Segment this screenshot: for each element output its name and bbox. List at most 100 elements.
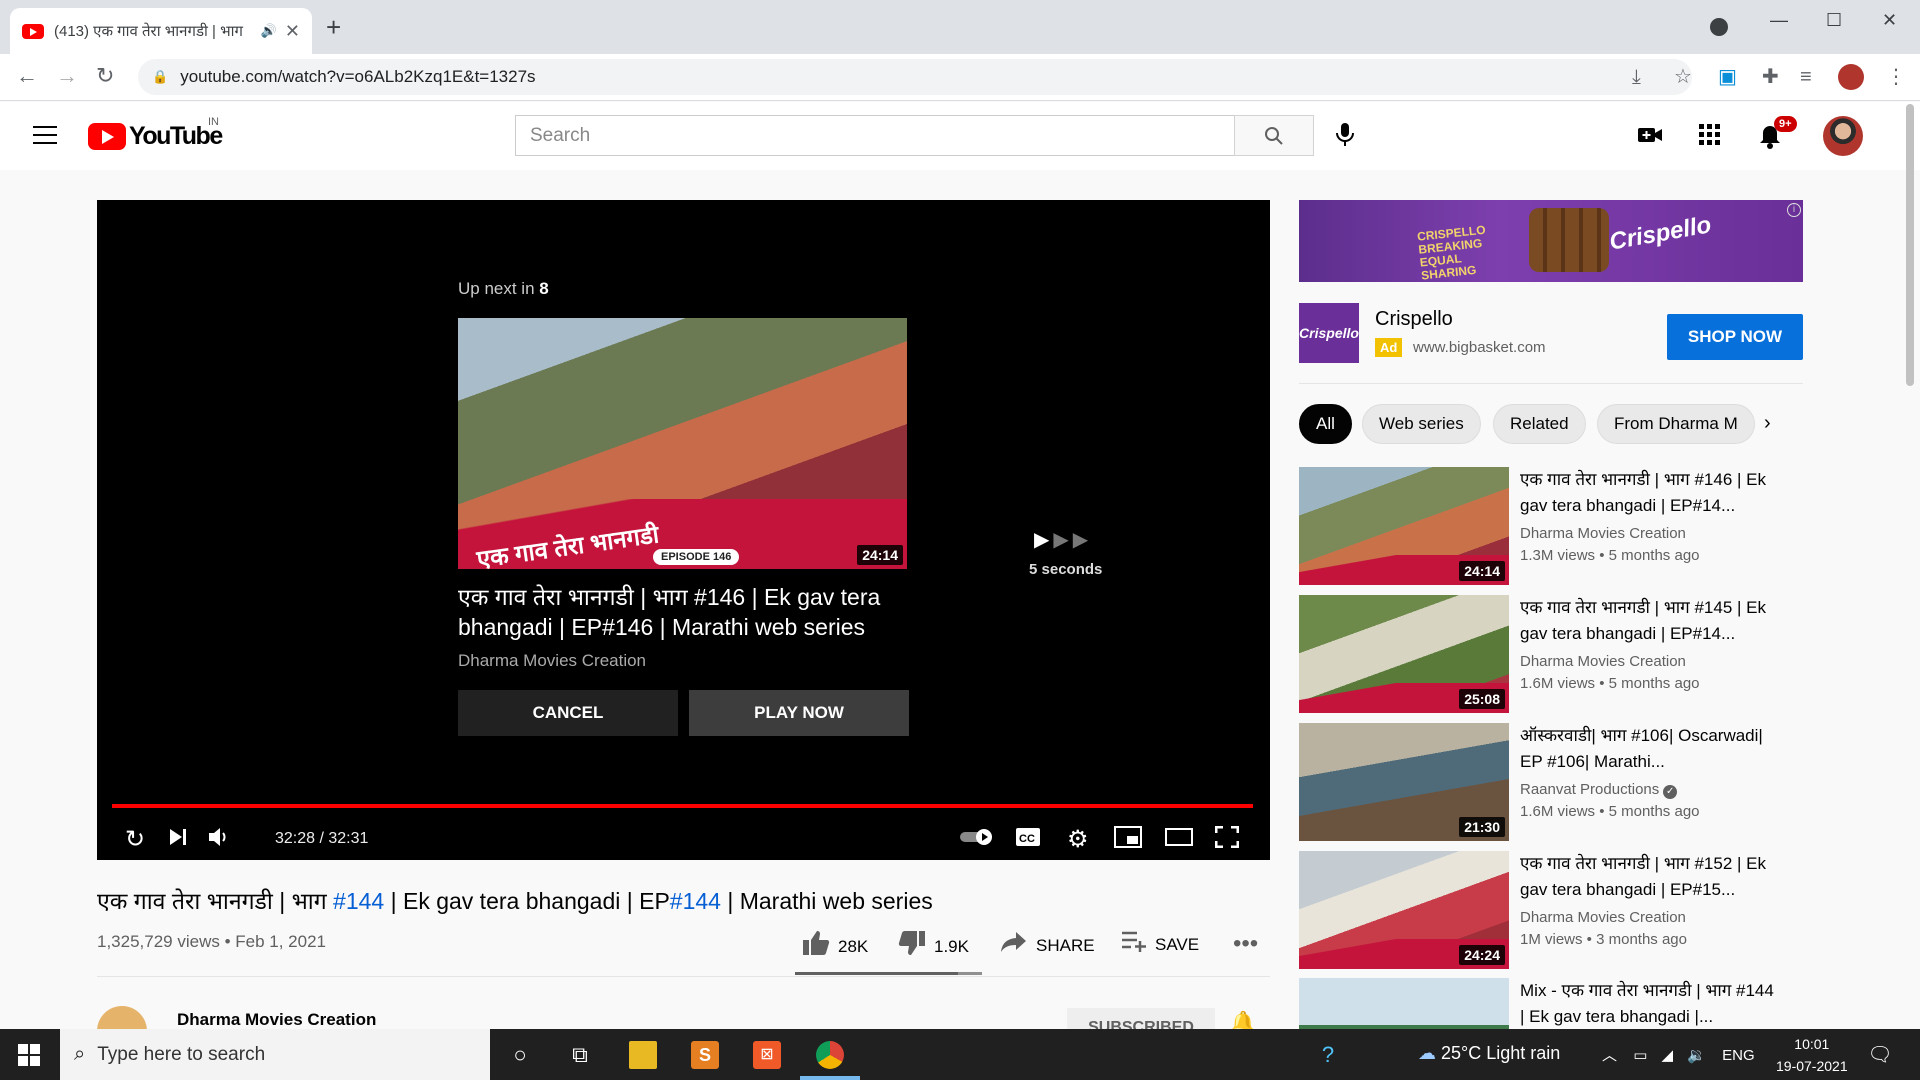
video-player[interactable]: Up next in 8 एक गाव तेरा भानगडी EPISODE …	[97, 200, 1270, 860]
install-app-icon[interactable]: ⤓	[1632, 66, 1641, 88]
theater-mode-icon[interactable]	[1165, 826, 1193, 855]
channel-name[interactable]: Dharma Movies Creation	[177, 1010, 376, 1030]
chip-web-series[interactable]: Web series	[1362, 404, 1481, 444]
task-view-icon[interactable]: ⧉	[566, 1041, 594, 1069]
profile-avatar[interactable]	[1838, 64, 1864, 90]
sublime-text-icon[interactable]: S	[691, 1041, 719, 1069]
notification-bell-icon[interactable]: 🔔	[1229, 1010, 1256, 1030]
xampp-icon[interactable]: ⊠	[753, 1041, 781, 1069]
address-bar[interactable]: 🔒 youtube.com/watch?v=o6ALb2Kzq1E&t=1327…	[138, 59, 1692, 95]
replay-icon[interactable]: ↻	[125, 826, 145, 854]
subscribed-button[interactable]: SUBSCRIBED	[1067, 1008, 1215, 1030]
ad-url[interactable]: www.bigbasket.com	[1413, 339, 1546, 356]
ad-banner-image[interactable]: CRISPELLO BREAKING EQUAL SHARING Crispel…	[1299, 200, 1803, 282]
page-scrollbar[interactable]	[1906, 104, 1914, 386]
lock-icon[interactable]: 🔒	[152, 69, 168, 85]
up-next-thumbnail[interactable]: एक गाव तेरा भानगडी EPISODE 146 24:14	[458, 318, 907, 569]
weather-widget[interactable]: ☁ 25°C Light rain	[1418, 1043, 1560, 1064]
hamburger-menu-icon[interactable]	[33, 126, 57, 150]
taskbar-search-box[interactable]: ⌕ Type here to search	[60, 1029, 490, 1080]
advertiser-name[interactable]: Crispello	[1375, 308, 1453, 331]
up-next-title[interactable]: एक गाव तेरा भानगडी | भाग #146 | Ek gav t…	[458, 582, 907, 642]
search-button[interactable]	[1234, 115, 1314, 156]
chevron-up-icon[interactable]: ︿	[1602, 1047, 1617, 1064]
autoplay-toggle[interactable]	[959, 826, 995, 854]
fullscreen-icon[interactable]	[1214, 825, 1240, 855]
share-button[interactable]: SHARE	[1000, 930, 1095, 961]
recommendation-item[interactable]: 24:14 एक गाव तेरा भानगडी | भाग #146 | Ek…	[1299, 467, 1803, 585]
channel-avatar[interactable]	[97, 1006, 147, 1030]
close-tab-icon[interactable]: ✕	[285, 21, 300, 42]
reload-icon[interactable]: ↻	[96, 64, 114, 88]
create-video-icon[interactable]	[1637, 124, 1663, 151]
minimize-window-icon[interactable]: —	[1770, 8, 1788, 32]
wifi-icon[interactable]: ◢	[1662, 1047, 1674, 1064]
notification-center-icon[interactable]: 🗨	[1866, 1041, 1894, 1069]
channel-name[interactable]: Raanvat Productions ✓	[1520, 781, 1678, 799]
chip-related[interactable]: Related	[1493, 404, 1586, 444]
chip-all[interactable]: All	[1299, 404, 1352, 444]
shop-now-button[interactable]: SHOP NOW	[1667, 314, 1803, 360]
video-title[interactable]: एक गाव तेरा भानगडी | भाग #152 | Ek gav t…	[1520, 851, 1780, 903]
video-thumbnail[interactable]: 24:14	[1299, 467, 1509, 585]
recommendation-item[interactable]: Mix - एक गाव तेरा भानगडी | भाग #144 | Ek…	[1299, 978, 1803, 1029]
volume-icon[interactable]	[207, 826, 231, 855]
hashtag-link[interactable]: #144	[333, 888, 384, 914]
video-thumbnail[interactable]: 25:08	[1299, 595, 1509, 713]
recommendation-item[interactable]: 24:24 एक गाव तेरा भानगडी | भाग #152 | Ek…	[1299, 851, 1803, 969]
save-button[interactable]: SAVE	[1121, 930, 1199, 959]
youtube-logo[interactable]: YouTube IN	[88, 116, 223, 151]
ad-info-icon[interactable]: i	[1787, 203, 1801, 217]
new-tab-button[interactable]: +	[326, 14, 341, 40]
like-button[interactable]: 28K	[802, 930, 868, 963]
settings-gear-icon[interactable]: ⚙	[1067, 826, 1089, 854]
browser-menu-icon[interactable]: ⋮	[1886, 66, 1906, 88]
channel-name[interactable]: Dharma Movies Creation	[1520, 525, 1686, 542]
forward-icon[interactable]: →	[56, 64, 78, 88]
language-indicator[interactable]: ENG	[1722, 1047, 1755, 1064]
help-icon[interactable]: ?	[1314, 1041, 1342, 1069]
channel-name[interactable]: Dharma Movies Creation	[1520, 653, 1686, 670]
video-thumbnail[interactable]: 21:30	[1299, 723, 1509, 841]
video-title[interactable]: Mix - एक गाव तेरा भानगडी | भाग #144 | Ek…	[1520, 978, 1780, 1029]
recommendation-item[interactable]: 21:30 ऑस्करवाडी| भाग #106| Oscarwadi| EP…	[1299, 723, 1803, 841]
battery-icon[interactable]: ▭	[1633, 1047, 1647, 1064]
bookmark-star-icon[interactable]: ☆	[1674, 66, 1692, 88]
taskbar-clock[interactable]: 10:01 19-07-2021	[1776, 1033, 1848, 1077]
recommendation-item[interactable]: 25:08 एक गाव तेरा भानगडी | भाग #145 | Ek…	[1299, 595, 1803, 713]
cancel-autoplay-button[interactable]: CANCEL	[458, 690, 678, 736]
chevron-right-icon[interactable]: ›	[1764, 412, 1771, 435]
media-control-icon[interactable]: ≡	[1800, 66, 1812, 88]
video-thumbnail[interactable]	[1299, 978, 1509, 1029]
tab-audio-icon[interactable]: 🔊	[261, 23, 277, 39]
video-title[interactable]: एक गाव तेरा भानगडी | भाग #146 | Ek gav t…	[1520, 467, 1780, 519]
video-thumbnail[interactable]: 24:24	[1299, 851, 1509, 969]
subtitles-icon[interactable]: CC	[1015, 826, 1041, 855]
search-input[interactable]: Search	[515, 115, 1236, 156]
play-now-button[interactable]: PLAY NOW	[689, 690, 909, 736]
back-icon[interactable]: ←	[16, 64, 38, 88]
advertiser-logo[interactable]: Crispello	[1299, 303, 1359, 363]
more-actions-icon[interactable]: •••	[1233, 930, 1258, 958]
tab-search-icon[interactable]	[1710, 18, 1728, 36]
channel-name[interactable]: Dharma Movies Creation	[1520, 909, 1686, 926]
speaker-icon[interactable]: 🔉	[1687, 1047, 1706, 1064]
video-title[interactable]: ऑस्करवाडी| भाग #106| Oscarwadi| EP #106|…	[1520, 723, 1780, 775]
miniplayer-icon[interactable]	[1114, 826, 1142, 855]
account-avatar[interactable]	[1823, 116, 1863, 156]
maximize-window-icon[interactable]: ☐	[1826, 8, 1842, 32]
chip-from-dharma[interactable]: From Dharma M	[1597, 404, 1755, 444]
next-video-icon[interactable]	[167, 826, 189, 855]
voice-search-button[interactable]	[1334, 122, 1356, 153]
hashtag-link[interactable]: #144	[670, 888, 721, 914]
progress-bar[interactable]	[112, 804, 1253, 808]
cortana-icon[interactable]: ○	[506, 1041, 534, 1069]
close-window-icon[interactable]: ✕	[1882, 8, 1897, 32]
extensions-puzzle-icon[interactable]: ✚	[1762, 66, 1779, 88]
dislike-button[interactable]: 1.9K	[898, 930, 969, 963]
apps-grid-icon[interactable]	[1699, 124, 1721, 151]
windows-start-icon[interactable]	[18, 1044, 40, 1066]
video-title[interactable]: एक गाव तेरा भानगडी | भाग #145 | Ek gav t…	[1520, 595, 1780, 647]
browser-tab-youtube[interactable]: (413) एक गाव तेरा भानगडी | भाग 🔊 ✕	[10, 8, 312, 54]
extension-icon[interactable]: ▣	[1718, 66, 1737, 88]
